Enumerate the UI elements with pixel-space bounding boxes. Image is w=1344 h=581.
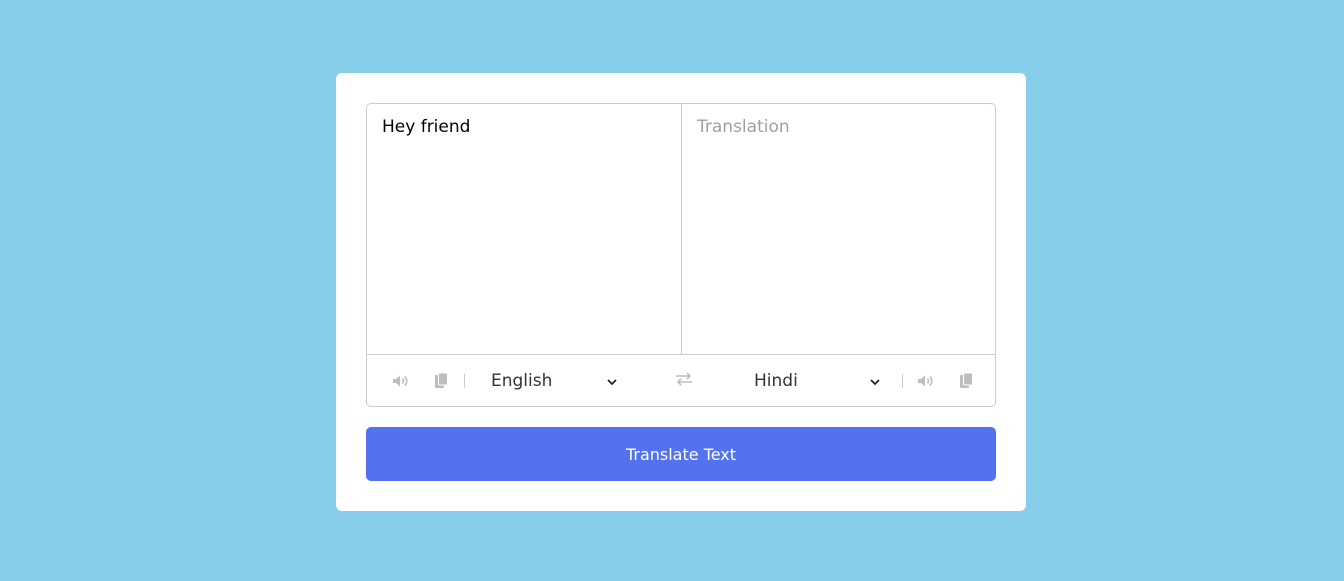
chevron-down-icon <box>607 371 617 391</box>
to-volume-icon[interactable] <box>917 372 935 390</box>
from-language-select[interactable]: English <box>487 371 617 391</box>
translator-card: Hey friend Translation English Hindi Tra… <box>336 73 1026 511</box>
exchange-button[interactable] <box>649 371 718 390</box>
to-separator <box>902 373 904 388</box>
controls-row: English Hindi <box>367 355 995 406</box>
from-copy-icon[interactable] <box>432 372 450 390</box>
to-copy-icon[interactable] <box>957 372 975 390</box>
from-language-label: English <box>491 370 553 391</box>
to-language-select[interactable]: Hindi <box>750 371 880 391</box>
text-input-row: Hey friend Translation <box>367 104 995 355</box>
chevron-down-icon <box>870 371 880 391</box>
to-language-label: Hindi <box>754 370 798 391</box>
from-separator <box>464 373 465 388</box>
translator-wrapper: Hey friend Translation English Hindi <box>366 103 996 407</box>
from-controls: English <box>392 371 649 391</box>
from-text-area[interactable]: Hey friend <box>367 104 681 354</box>
from-volume-icon[interactable] <box>392 372 410 390</box>
exchange-icon <box>675 371 693 390</box>
to-controls: Hindi <box>718 371 975 391</box>
from-icons <box>392 372 450 390</box>
to-icons <box>917 372 975 390</box>
to-text-area[interactable]: Translation <box>681 104 995 354</box>
translate-button[interactable]: Translate Text <box>366 427 996 481</box>
